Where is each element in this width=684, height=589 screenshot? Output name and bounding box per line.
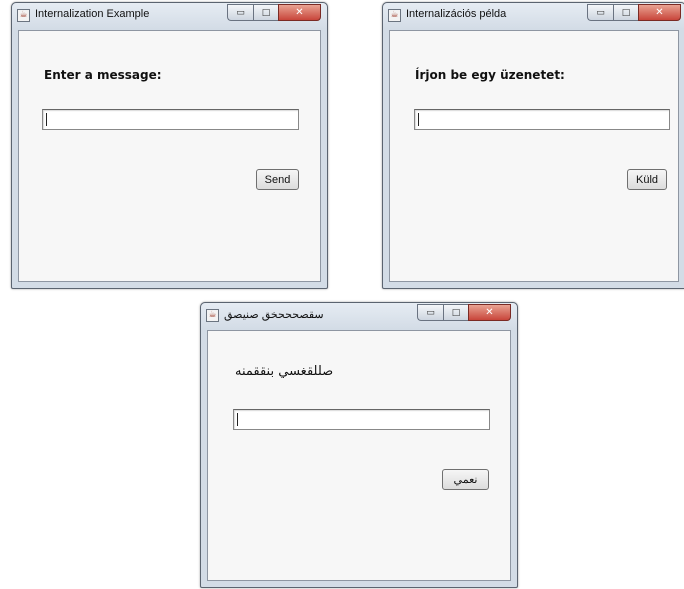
window-controls: ▭ □ ✕	[417, 304, 511, 321]
send-button[interactable]: نعمي	[442, 469, 489, 490]
close-button[interactable]: ✕	[638, 4, 681, 21]
title-bar[interactable]: ☕ Internalizációs példa ▭ □ ✕	[383, 3, 684, 29]
send-button[interactable]: Send	[256, 169, 299, 190]
close-button[interactable]: ✕	[468, 304, 511, 321]
window-english: ☕ Internalization Example ▭ □ ✕ Enter a …	[11, 2, 328, 289]
minimize-button[interactable]: ▭	[587, 4, 613, 21]
title-bar[interactable]: ☕ Internalization Example ▭ □ ✕	[12, 3, 327, 29]
window-title: Internalizációs példa	[406, 8, 507, 20]
java-app-icon[interactable]: ☕	[17, 9, 30, 22]
text-caret	[418, 113, 419, 126]
message-prompt-label: Enter a message:	[44, 68, 162, 82]
title-bar[interactable]: ☕ سقصحححخق صنيصق ▭ □ ✕	[201, 303, 517, 329]
message-input[interactable]	[414, 109, 670, 130]
send-button[interactable]: Küld	[627, 169, 667, 190]
window-hungarian: ☕ Internalizációs példa ▭ □ ✕ Írjon be e…	[382, 2, 684, 289]
java-app-icon[interactable]: ☕	[206, 309, 219, 322]
message-prompt-label: Írjon be egy üzenetet:	[415, 68, 565, 82]
message-input[interactable]	[42, 109, 299, 130]
close-button[interactable]: ✕	[278, 4, 321, 21]
window-title: سقصحححخق صنيصق	[224, 309, 324, 321]
text-caret	[237, 413, 238, 426]
minimize-button[interactable]: ▭	[227, 4, 253, 21]
window-controls: ▭ □ ✕	[587, 4, 681, 21]
content-pane: Enter a message: Send	[18, 30, 321, 282]
message-input[interactable]	[233, 409, 490, 430]
message-prompt-label: صللقغسي بنققمنه	[235, 364, 334, 379]
maximize-button[interactable]: □	[613, 4, 638, 21]
window-arabic: ☕ سقصحححخق صنيصق ▭ □ ✕ صللقغسي بنققمنه ن…	[200, 302, 518, 588]
content-pane: صللقغسي بنققمنه نعمي	[207, 330, 511, 581]
content-pane: Írjon be egy üzenetet: Küld	[389, 30, 679, 282]
text-caret	[46, 113, 47, 126]
maximize-button[interactable]: □	[443, 304, 468, 321]
window-title: Internalization Example	[35, 8, 150, 20]
window-controls: ▭ □ ✕	[227, 4, 321, 21]
maximize-button[interactable]: □	[253, 4, 278, 21]
java-app-icon[interactable]: ☕	[388, 9, 401, 22]
minimize-button[interactable]: ▭	[417, 304, 443, 321]
